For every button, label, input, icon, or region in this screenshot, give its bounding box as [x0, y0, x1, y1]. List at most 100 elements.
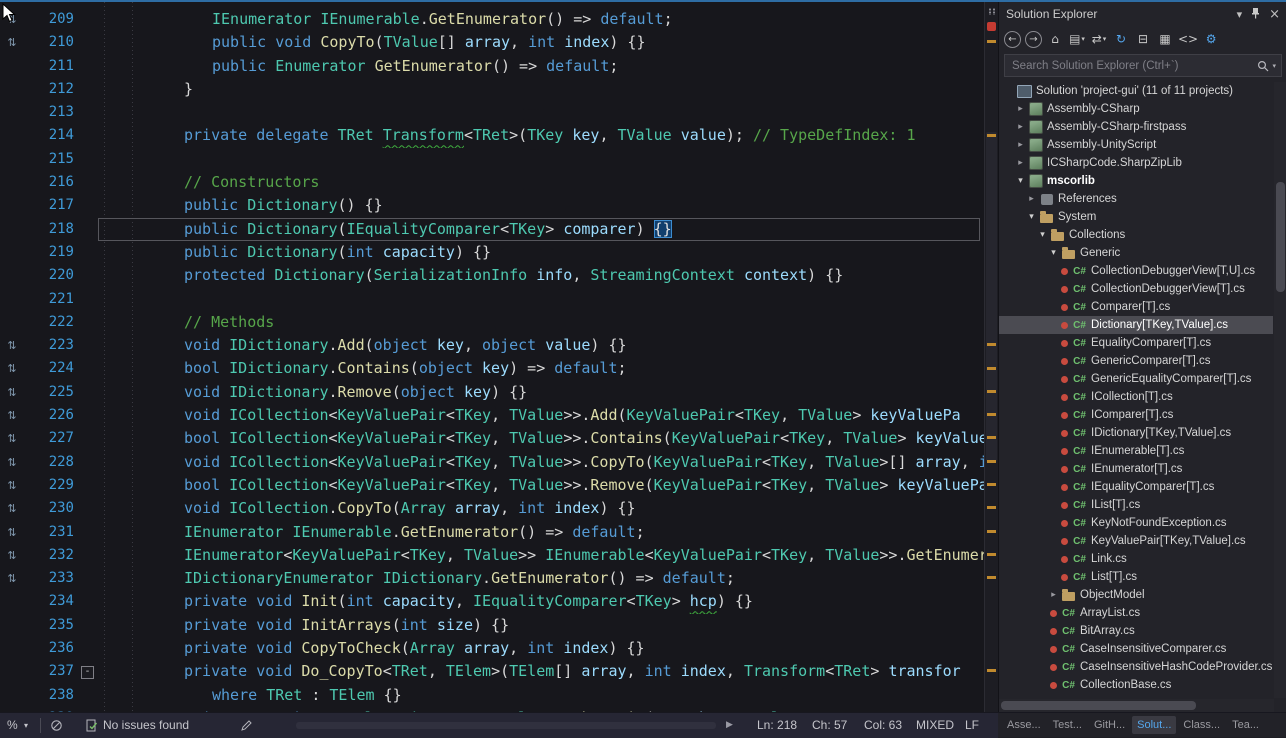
scrollbar-thumb[interactable] [1276, 182, 1285, 292]
editor-vertical-scrollbar[interactable] [984, 2, 999, 712]
code-line[interactable]: 234private void Init(int capacity, IEqua… [0, 590, 984, 613]
tree-item[interactable]: ▸ICSharpCode.SharpZipLib [999, 154, 1273, 172]
zoom-control[interactable]: % [7, 713, 18, 738]
tree-item[interactable]: C#EqualityComparer[T].cs [999, 334, 1273, 352]
tree-item[interactable]: C#KeyValuePair[TKey,TValue].cs [999, 532, 1273, 550]
tree-item[interactable]: ▾System [999, 208, 1273, 226]
tree-item[interactable]: C#CollectionDebuggerView[T].cs [999, 280, 1273, 298]
code-text[interactable] [100, 288, 984, 311]
chevron-down-icon[interactable]: ▾ [1025, 212, 1038, 222]
implements-glyph-icon[interactable]: ⇅ [0, 31, 24, 54]
expander-icon[interactable]: ▾ [1029, 212, 1034, 222]
tree-item[interactable]: C#KeyNotFoundException.cs [999, 514, 1273, 532]
close-icon[interactable]: × [1269, 7, 1280, 22]
code-text[interactable]: public Dictionary() {} [100, 194, 984, 217]
chevron-right-icon[interactable]: ▸ [1014, 158, 1027, 168]
implements-glyph-icon[interactable]: ⇅ [0, 474, 24, 497]
code-text[interactable]: public Enumerator GetEnumerator() => def… [100, 55, 984, 78]
code-line[interactable]: 236private void CopyToCheck(Array array,… [0, 637, 984, 660]
code-text[interactable]: void IDictionary.Remove(object key) {} [100, 381, 984, 404]
implements-glyph-icon[interactable]: ⇅ [0, 381, 24, 404]
line-number[interactable]: 236 [24, 637, 76, 660]
line-number[interactable]: 214 [24, 124, 76, 147]
code-text[interactable]: void ICollection<KeyValuePair<TKey, TVal… [100, 451, 984, 474]
code-text[interactable]: public Dictionary(IEqualityComparer<TKey… [100, 218, 984, 241]
code-text[interactable]: IEnumerator<KeyValuePair<TKey, TValue>> … [100, 544, 984, 567]
code-line[interactable]: 217 public Dictionary() {} [0, 194, 984, 217]
implements-glyph-icon[interactable]: ⇅ [0, 334, 24, 357]
code-line[interactable]: ⇅229bool ICollection<KeyValuePair<TKey, … [0, 474, 984, 497]
code-text[interactable]: } [100, 78, 984, 101]
code-editor[interactable]: ⇅209IEnumerator IEnumerable.GetEnumerato… [0, 2, 984, 712]
issues-status[interactable]: No issues found [103, 713, 189, 738]
implements-glyph-icon[interactable]: ⇅ [0, 544, 24, 567]
code-text[interactable]: IEnumerator IEnumerable.GetEnumerator() … [100, 521, 984, 544]
line-number[interactable]: 216 [24, 171, 76, 194]
tree-item[interactable]: C#IEnumerator[T].cs [999, 460, 1273, 478]
zoom-caret-icon[interactable]: ▾ [24, 713, 28, 738]
code-line[interactable]: 215 [0, 148, 984, 171]
implements-glyph-icon[interactable]: ⇅ [0, 451, 24, 474]
implements-glyph-icon[interactable]: ⇅ [0, 357, 24, 380]
code-text[interactable]: private delegate TRet Transform<TRet>(TK… [100, 124, 984, 147]
pin-icon[interactable] [1251, 7, 1260, 22]
code-line[interactable]: 220protected Dictionary(SerializationInf… [0, 264, 984, 287]
search-box[interactable]: ▾ [1004, 54, 1282, 77]
code-text[interactable]: IDictionaryEnumerator IDictionary.GetEnu… [100, 567, 984, 590]
code-line[interactable]: 238where TRet : TElem {} [0, 684, 984, 707]
chevron-down-icon[interactable]: ▾ [1036, 230, 1049, 240]
code-text[interactable]: // Constructors [100, 171, 984, 194]
search-icon[interactable] [1257, 60, 1269, 72]
tree-item[interactable]: C#CaseInsensitiveHashCodeProvider.cs [999, 658, 1273, 676]
code-text[interactable]: private void InitArrays(int size) {} [100, 614, 984, 637]
panel-horizontal-scrollbar[interactable] [999, 699, 1274, 712]
code-text[interactable]: IEnumerator IEnumerable.GetEnumerator() … [100, 8, 984, 31]
code-line[interactable]: ⇅232IEnumerator<KeyValuePair<TKey, TValu… [0, 544, 984, 567]
expander-icon[interactable]: ▾ [1051, 248, 1056, 258]
line-number[interactable]: 223 [24, 334, 76, 357]
expander-icon[interactable]: ▸ [1018, 140, 1023, 150]
implements-glyph-icon[interactable]: ⇅ [0, 521, 24, 544]
code-text[interactable]: private void Do_CopyTo<TRet, TElem>(TEle… [100, 660, 984, 683]
panel-title-bar[interactable]: Solution Explorer ▾ × [999, 2, 1286, 26]
line-number[interactable]: 237 [24, 660, 76, 683]
tree-item[interactable]: C#Comparer[T].cs [999, 298, 1273, 316]
health-check-icon[interactable] [86, 719, 98, 737]
code-line[interactable]: 222// Methods [0, 311, 984, 334]
code-line[interactable]: 221 [0, 288, 984, 311]
expander-icon[interactable]: ▾ [1040, 230, 1045, 240]
encoding-indicator[interactable]: MIXED [916, 713, 954, 738]
search-options-caret-icon[interactable]: ▾ [1272, 62, 1276, 70]
tree-item[interactable]: ▸ObjectModel [999, 586, 1273, 604]
switch-views-icon[interactable]: ▤▾ [1068, 30, 1086, 48]
tree-item[interactable]: C#CollectionDebuggerView[T,U].cs [999, 262, 1273, 280]
chevron-right-icon[interactable]: ▸ [1014, 122, 1027, 132]
line-number[interactable]: 224 [24, 357, 76, 380]
code-text[interactable] [100, 148, 984, 171]
tool-window-tab[interactable]: Solut... [1132, 716, 1176, 734]
chevron-right-icon[interactable]: ▸ [1014, 140, 1027, 150]
implements-glyph-icon[interactable]: ⇅ [0, 427, 24, 450]
chevron-right-icon[interactable]: ▸ [1025, 194, 1038, 204]
horizontal-scrollbar-thumb[interactable] [296, 722, 716, 729]
tree-item[interactable]: Solution 'project-gui' (11 of 11 project… [999, 82, 1273, 100]
line-number[interactable]: 217 [24, 194, 76, 217]
document-health-icon[interactable] [987, 22, 996, 31]
code-text[interactable]: private static KeyValuePair<TKey, TValue… [100, 707, 984, 712]
tree-item[interactable]: C#BitArray.cs [999, 622, 1273, 640]
line-number[interactable]: 215 [24, 148, 76, 171]
expander-icon[interactable]: ▸ [1018, 104, 1023, 114]
line-number[interactable]: 220 [24, 264, 76, 287]
tree-item[interactable]: ▸Assembly-CSharp-firstpass [999, 118, 1273, 136]
code-text[interactable]: void ICollection.CopyTo(Array array, int… [100, 497, 984, 520]
tree-item[interactable]: C#IEnumerable[T].cs [999, 442, 1273, 460]
status-circle-icon[interactable] [50, 719, 63, 737]
line-number[interactable]: 228 [24, 451, 76, 474]
code-text[interactable]: void ICollection<KeyValuePair<TKey, TVal… [100, 404, 984, 427]
tree-item[interactable]: ▾Collections [999, 226, 1273, 244]
tree-item[interactable]: C#IList[T].cs [999, 496, 1273, 514]
implements-glyph-icon[interactable]: ⇅ [0, 497, 24, 520]
code-line[interactable]: ⇅230void ICollection.CopyTo(Array array,… [0, 497, 984, 520]
code-line[interactable]: ⇅224bool IDictionary.Contains(object key… [0, 357, 984, 380]
code-text[interactable]: public Dictionary(int capacity) {} [100, 241, 984, 264]
